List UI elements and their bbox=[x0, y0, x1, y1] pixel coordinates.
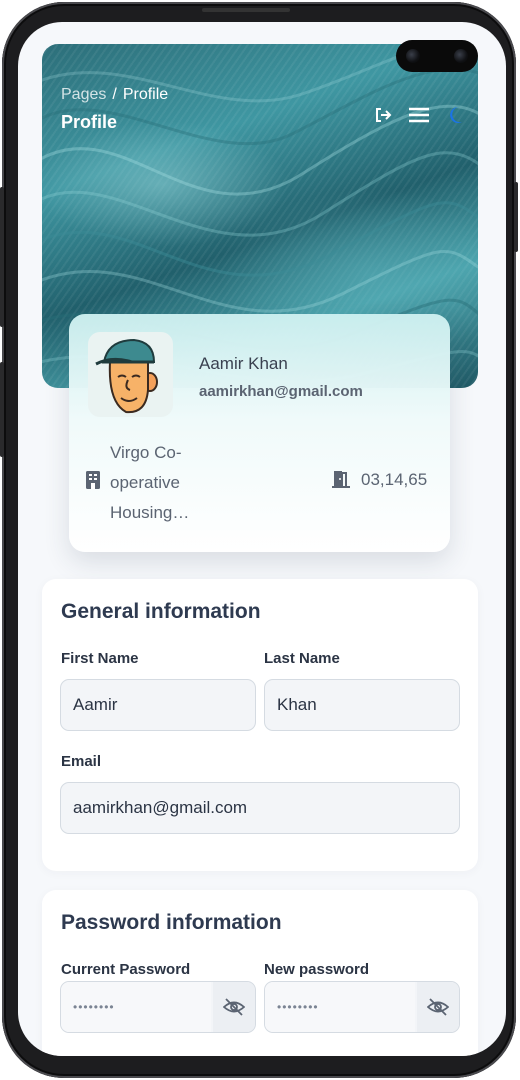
password-information-title: Password information bbox=[61, 911, 282, 934]
profile-name: Aamir Khan bbox=[199, 354, 288, 373]
profile-address: Virgo Co-operative Housing Society bbox=[110, 443, 182, 522]
door-icon bbox=[331, 469, 351, 494]
screen: Pages / Profile Profile Aamir Khan aamir… bbox=[18, 22, 506, 1056]
avatar bbox=[88, 332, 173, 417]
breadcrumb-separator: / bbox=[112, 86, 117, 103]
camera-cutout bbox=[396, 40, 478, 72]
building-icon bbox=[86, 471, 100, 494]
speaker-grille bbox=[202, 8, 290, 12]
profile-email: aamirkhan@gmail.com bbox=[199, 383, 363, 400]
new-password-field: •••••••• bbox=[264, 981, 460, 1033]
header-actions bbox=[372, 104, 466, 126]
first-name-input[interactable]: Aamir bbox=[60, 679, 256, 731]
profile-card: Aamir Khan aamirkhan@gmail.com Virgo Co-… bbox=[69, 314, 450, 552]
eye-off-icon[interactable] bbox=[213, 982, 255, 1032]
current-password-input[interactable]: •••••••• bbox=[61, 982, 211, 1032]
first-name-label: First Name bbox=[61, 650, 139, 667]
eye-off-icon[interactable] bbox=[417, 982, 459, 1032]
phone-frame: Pages / Profile Profile Aamir Khan aamir… bbox=[0, 2, 518, 1078]
new-password-input[interactable]: •••••••• bbox=[265, 982, 415, 1032]
current-password-label: Current Password bbox=[61, 961, 191, 978]
menu-icon[interactable] bbox=[408, 104, 430, 126]
page-title: Profile bbox=[61, 112, 118, 132]
volume-button bbox=[0, 187, 4, 327]
email-label: Email bbox=[61, 753, 102, 770]
dark-mode-icon[interactable] bbox=[444, 104, 466, 126]
profile-code: 03,14,65 bbox=[361, 470, 428, 489]
logout-icon[interactable] bbox=[372, 104, 394, 126]
breadcrumb-root[interactable]: Pages bbox=[61, 86, 106, 103]
breadcrumb-current: Profile bbox=[122, 86, 169, 103]
general-information-title: General information bbox=[61, 600, 261, 623]
new-password-label: New password bbox=[264, 961, 370, 978]
last-name-input[interactable]: Khan bbox=[264, 679, 460, 731]
current-password-field: •••••••• bbox=[60, 981, 256, 1033]
password-information-card: Password information Current Password ••… bbox=[42, 890, 478, 1056]
power-button bbox=[514, 182, 518, 252]
side-button bbox=[0, 362, 4, 457]
breadcrumb: Pages / Profile bbox=[61, 86, 168, 104]
general-information-card: General information First Name Aamir Las… bbox=[42, 579, 478, 871]
email-input[interactable]: aamirkhan@gmail.com bbox=[60, 782, 460, 834]
last-name-label: Last Name bbox=[264, 650, 340, 667]
